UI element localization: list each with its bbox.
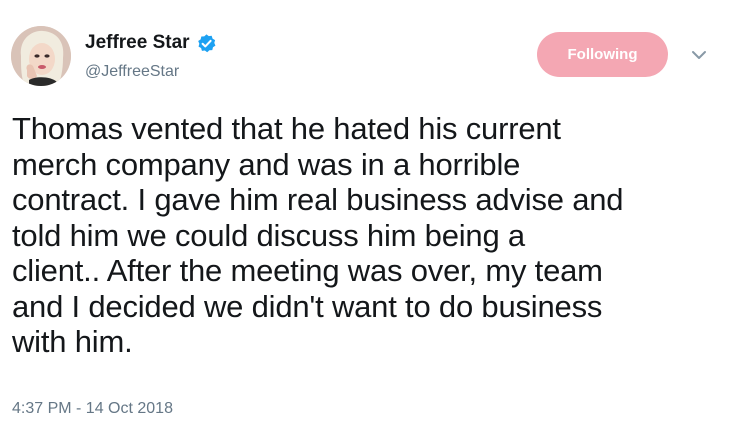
chevron-down-icon[interactable]: [690, 48, 708, 62]
profile-avatar-image: [11, 26, 71, 86]
verified-badge-icon: [196, 33, 217, 54]
display-name[interactable]: Jeffree Star: [85, 32, 190, 54]
tweet-text-line: merch company and was in a horrible: [12, 146, 521, 182]
tweet-text-line: with him.: [12, 324, 133, 359]
user-handle[interactable]: @JeffreeStar: [85, 62, 179, 82]
tweet-text-line: client.. After the meeting was over, my …: [12, 253, 603, 288]
author-name-row: Jeffree Star: [85, 32, 217, 54]
avatar[interactable]: [11, 26, 71, 86]
tweet-text-line: told him we could discuss him being a: [12, 217, 525, 253]
tweet-timestamp[interactable]: 4:37 PM - 14 Oct 2018: [12, 399, 173, 419]
tweet-text-line: and I decided we didn't want to do busin…: [12, 288, 603, 324]
tweet-text-line: contract. I gave him real business advis…: [12, 182, 624, 217]
tweet-card: Jeffree Star @JeffreeStar Following Thom…: [0, 0, 747, 430]
tweet-text-line: Thomas vented that he hated his current: [12, 111, 561, 146]
tweet-text: Thomas vented that he hated his current …: [12, 111, 727, 360]
following-button[interactable]: Following: [537, 32, 668, 77]
